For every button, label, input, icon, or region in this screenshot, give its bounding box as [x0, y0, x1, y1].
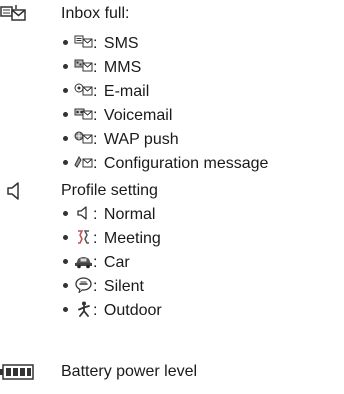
bullet-dot	[63, 235, 68, 241]
profile-setting-label: Profile setting	[61, 182, 158, 199]
meeting-icon	[74, 229, 93, 245]
inbox-full-label: Inbox full:	[61, 5, 130, 22]
inbox-item-mms: : MMS	[63, 57, 141, 81]
configuration-envelope-icon	[74, 154, 93, 170]
inbox-item-sms: : SMS	[63, 33, 139, 57]
profile-item-outdoor: : Outdoor	[63, 300, 162, 324]
bullet-dot	[63, 259, 68, 265]
profile-item-car: : Car	[63, 252, 130, 276]
bullet-dot	[63, 283, 68, 289]
profile-item-label: Silent	[103, 278, 144, 295]
profile-setting-row: Profile setting	[0, 177, 344, 205]
inbox-item-label: SMS	[103, 35, 139, 52]
email-envelope-icon	[74, 82, 93, 98]
profile-item-label: Normal	[103, 206, 156, 223]
profile-item-label: Meeting	[103, 230, 161, 247]
inbox-item-wap-push: : WAP push	[63, 129, 179, 153]
battery-icon	[0, 362, 34, 382]
inbox-item-configuration: : Configuration message	[63, 153, 268, 177]
mms-envelope-icon	[74, 58, 93, 74]
bullet-dot	[63, 160, 68, 166]
bullet-dot	[63, 136, 68, 142]
voicemail-envelope-icon	[74, 106, 93, 122]
inbox-item-label: E-mail	[103, 83, 150, 100]
silent-bubble-icon	[74, 277, 93, 293]
bullet-dot	[63, 112, 68, 118]
bullet-dot	[63, 88, 68, 94]
inbox-item-voicemail: : Voicemail	[63, 105, 172, 129]
inbox-item-label: WAP push	[103, 131, 179, 148]
car-icon	[74, 253, 93, 269]
profile-item-label: Outdoor	[103, 302, 162, 319]
inbox-item-email: : E-mail	[63, 81, 149, 105]
profile-item-meeting: : Meeting	[63, 228, 161, 252]
bullet-dot	[63, 211, 68, 217]
inbox-item-label: MMS	[103, 59, 142, 76]
wap-push-envelope-icon	[74, 130, 93, 146]
bullet-dot	[63, 40, 68, 46]
profile-item-label: Car	[103, 254, 130, 271]
speaker-icon	[74, 205, 93, 221]
outdoor-person-icon	[74, 301, 93, 317]
inbox-full-row: Inbox full:	[0, 0, 344, 28]
profile-item-normal: : Normal	[63, 204, 155, 228]
sms-envelope-icon	[74, 34, 93, 50]
envelope-stack-icon	[0, 4, 26, 24]
battery-row: Battery power level	[0, 358, 344, 386]
inbox-item-label: Voicemail	[103, 107, 173, 124]
profile-item-silent: : Silent	[63, 276, 144, 300]
battery-label: Battery power level	[61, 363, 198, 380]
bullet-dot	[63, 64, 68, 70]
inbox-item-label: Configuration message	[103, 155, 269, 172]
speaker-icon	[6, 181, 32, 201]
bullet-dot	[63, 307, 68, 313]
